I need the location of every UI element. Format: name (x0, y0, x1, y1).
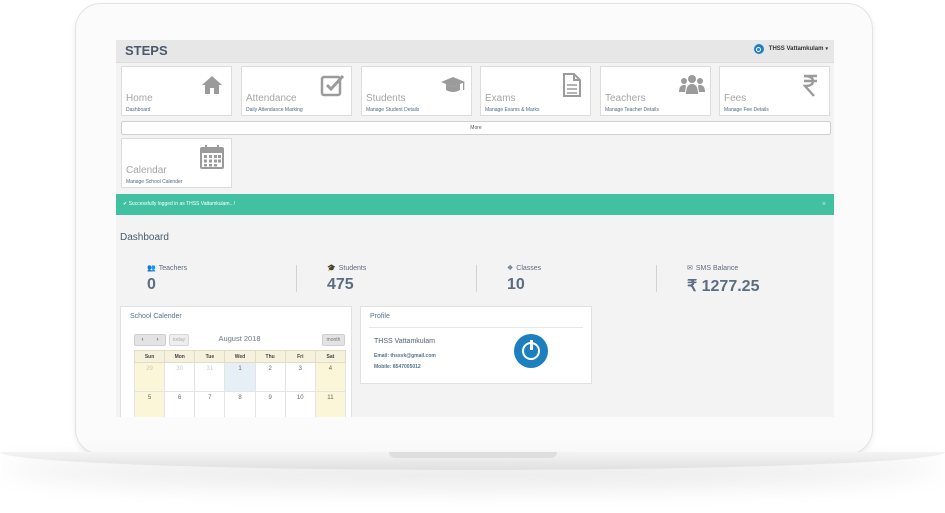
calendar-day[interactable]: 3 (284, 362, 316, 392)
calendar-day[interactable]: 6 (164, 391, 196, 417)
stat-value: ₹ 1277.25 (687, 278, 760, 295)
tile-subtitle: Dashboard (126, 107, 151, 113)
laptop-notch (389, 452, 557, 458)
profile-mobile: Mobile: 8547005012 (374, 364, 421, 370)
calendar-day[interactable]: 5 (133, 391, 166, 417)
tile-subtitle: Manage Teacher Details (605, 107, 659, 113)
tile-subtitle: Manage Student Details (366, 107, 420, 113)
divider (369, 327, 583, 328)
stat-label: Teachers (158, 264, 188, 272)
calendar-day[interactable]: 4 (314, 362, 347, 392)
weekday-header: Tue (194, 350, 226, 363)
more-button[interactable]: More (121, 121, 831, 135)
panel-title: School Calender (130, 313, 182, 320)
stat-value: 10 (507, 276, 525, 293)
calendar-day-today[interactable]: 1 (224, 362, 256, 392)
stat-teachers: 👥 Teachers 0 (147, 264, 297, 294)
tile-subtitle: Manage School Calender (126, 179, 183, 185)
chevron-down-icon: ▾ (825, 46, 828, 52)
tile-title: Home (126, 93, 153, 104)
envelope-icon: ✉ (687, 265, 693, 272)
stat-value: 475 (327, 276, 354, 293)
calendar-header: August 2018 ‹ › today month (134, 334, 345, 346)
users-icon: 👥 (147, 265, 156, 272)
tile-title: Students (366, 93, 406, 104)
tile-fees[interactable]: Fees Manage Fee Details (719, 66, 830, 116)
tile-students[interactable]: Students Manage Student Details (361, 66, 472, 116)
stat-label: Students (338, 264, 367, 272)
weekday-header: Wed (224, 350, 256, 363)
graduation-cap-icon (441, 77, 465, 92)
calendar-grid: Sun Mon Tue Wed Thu Fri Sat 29 30 31 1 2… (133, 350, 347, 417)
profile-panel: Profile THSS Vattamkulam Email: thssvk@g… (360, 306, 592, 384)
top-navbar: STEPS THSS Vattamkulam ▾ (116, 40, 834, 63)
next-month-button[interactable]: › (157, 337, 159, 343)
file-icon (563, 73, 581, 97)
school-logo-icon (514, 334, 548, 368)
stat-classes: ❖ Classes 10 (507, 264, 657, 294)
month-view-button[interactable]: month (322, 334, 345, 346)
success-alert: ✔ Successfully logged in as THSS Vattamk… (116, 194, 834, 215)
stat-value: 0 (147, 276, 156, 293)
tile-calendar[interactable]: Calendar Manage School Calender (121, 138, 232, 188)
divider (476, 265, 477, 292)
weekday-header: Thu (254, 350, 286, 363)
app-screen: STEPS THSS Vattamkulam ▾ Home Dashboard … (116, 40, 834, 417)
stat-label: SMS Balance (695, 264, 739, 272)
stat-sms-balance: ✉ SMS Balance ₹ 1277.25 (687, 264, 834, 296)
profile-name: THSS Vattamkulam (374, 338, 435, 345)
user-name: THSS Vattamkulam (768, 46, 824, 52)
stat-students: 🎓 Students 475 (327, 264, 477, 294)
tile-exams[interactable]: Exams Manage Exams & Marks (480, 66, 591, 116)
stat-label: Classes (516, 264, 542, 272)
graduation-cap-icon: 🎓 (327, 265, 336, 272)
tile-title: Exams (485, 93, 516, 104)
calendar-day[interactable]: 10 (284, 391, 316, 417)
weekday-header: Fri (284, 350, 316, 363)
users-icon (679, 75, 705, 94)
cubes-icon: ❖ (507, 265, 514, 272)
tile-subtitle: Daily Attendance Marking (246, 107, 303, 113)
school-calendar-panel: School Calender August 2018 ‹ › today mo… (120, 306, 352, 417)
tile-title: Teachers (605, 93, 646, 104)
user-avatar-icon (753, 44, 764, 54)
calendar-day[interactable]: 8 (224, 391, 256, 417)
calendar-day[interactable]: 29 (133, 362, 166, 392)
alert-text: Successfully logged in as THSS Vattamkul… (128, 201, 236, 207)
close-icon[interactable]: × (822, 194, 826, 215)
today-button[interactable]: today (169, 334, 189, 346)
calendar-day[interactable]: 30 (164, 362, 196, 392)
tile-home[interactable]: Home Dashboard (121, 66, 232, 116)
divider (296, 265, 297, 292)
tile-subtitle: Manage Fee Details (724, 107, 769, 113)
rupee-icon (802, 74, 817, 97)
tile-attendance[interactable]: Attendance Daily Attendance Marking (241, 66, 352, 116)
tile-title: Fees (724, 93, 747, 104)
tile-title: Calendar (126, 165, 167, 176)
tile-teachers[interactable]: Teachers Manage Teacher Details (600, 66, 711, 116)
user-menu[interactable]: THSS Vattamkulam ▾ (753, 44, 828, 54)
weekday-header: Mon (164, 350, 196, 363)
tile-subtitle: Manage Exams & Marks (485, 107, 540, 113)
calendar-day[interactable]: 11 (314, 391, 347, 417)
calendar-day[interactable]: 2 (254, 362, 286, 392)
divider (656, 265, 657, 292)
tile-title: Attendance (246, 93, 297, 104)
weekday-header: Sat (314, 350, 347, 363)
calendar-icon (200, 145, 224, 169)
brand-logo[interactable]: STEPS (125, 43, 168, 58)
home-icon (202, 76, 222, 94)
check-square-icon (320, 74, 345, 97)
prev-month-button[interactable]: ‹ (142, 337, 144, 343)
calendar-day[interactable]: 31 (194, 362, 226, 392)
calendar-nav-buttons: ‹ › (134, 334, 166, 346)
weekday-header: Sun (133, 350, 166, 363)
page-title: Dashboard (120, 232, 169, 243)
alert-message: ✔ Successfully logged in as THSS Vattamk… (123, 194, 235, 215)
profile-email: Email: thssvk@gmail.com (374, 353, 436, 359)
calendar-day[interactable]: 9 (254, 391, 286, 417)
calendar-day[interactable]: 7 (194, 391, 226, 417)
panel-title: Profile (370, 313, 390, 320)
